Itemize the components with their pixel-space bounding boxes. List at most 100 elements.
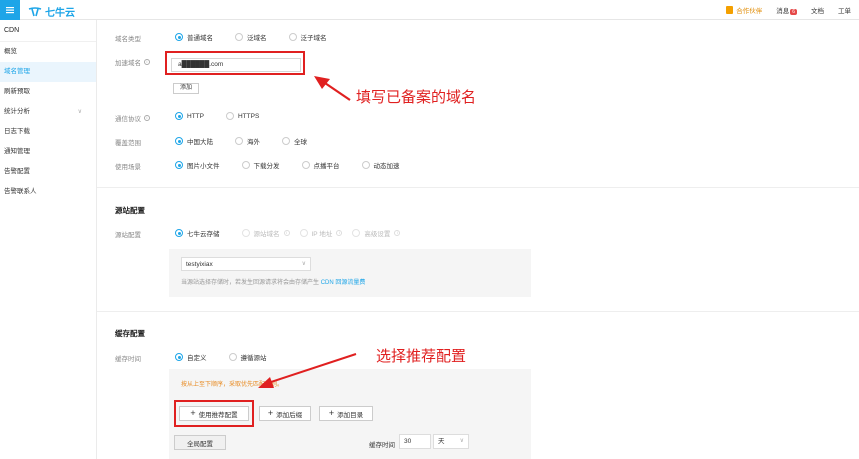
radio-custom[interactable]: 自定义	[175, 352, 207, 362]
global-config-tag[interactable]: 全局配置	[174, 435, 226, 450]
scenario-label: 使用场景	[115, 164, 141, 171]
brand-name: 七牛云	[45, 8, 75, 19]
radio-wildcard-subdomain[interactable]: 泛子域名	[288, 32, 327, 42]
highlight-box-domain	[165, 51, 305, 75]
radio-circle	[241, 229, 250, 237]
partner-label: 合作伙伴	[736, 8, 763, 15]
radio-circle	[352, 229, 361, 237]
chevron-down-icon: ∨	[459, 438, 464, 444]
radio-circle	[235, 137, 243, 145]
radio-circle	[288, 33, 297, 41]
messages-link[interactable]: 消息 6	[776, 5, 797, 15]
sidebar-title: CDN	[0, 20, 96, 42]
radio-dynamic[interactable]: 动态加速	[361, 160, 400, 170]
radio-follow-origin[interactable]: 遵循源站	[228, 352, 267, 362]
protocol-label: 通信协议 i	[115, 113, 150, 123]
annotation-fill-domain: 填写已备案的域名	[356, 88, 477, 106]
origin-section-title: 源站配置	[115, 206, 145, 215]
accel-domain-label: 加速域名 i	[115, 57, 150, 67]
radio-label: 高级设置	[364, 231, 391, 238]
radio-circle	[235, 33, 243, 41]
top-bar: 七牛云 合作伙伴 消息 6 文档 工单	[0, 0, 859, 20]
add-directory-button[interactable]: + 添加目录	[319, 406, 373, 421]
origin-note-text: 当源站选择存储时，若发生回源请求将会由存储产生	[181, 280, 320, 286]
radio-download[interactable]: 下载分发	[241, 160, 280, 170]
sidebar-item-alert-config[interactable]: 告警配置	[0, 162, 96, 182]
message-count-badge: 6	[790, 9, 797, 15]
button-label: 添加后缀	[276, 411, 303, 419]
radio-circle	[175, 353, 183, 361]
bucket-select-value: testyixiax	[186, 261, 213, 268]
cache-time-input[interactable]: 30	[399, 434, 431, 449]
radio-circle	[299, 229, 308, 237]
radio-wildcard-domain[interactable]: 泛域名	[235, 32, 267, 42]
main-content: 域名类型 普通域名 泛域名 泛子域名 加速域名 i a██████.com 添加 …	[97, 20, 859, 459]
cache-section-title: 缓存配置	[115, 329, 145, 338]
sidebar-item-log-download[interactable]: 日志下载	[0, 122, 96, 142]
info-icon: i	[336, 230, 343, 236]
radio-ip-address[interactable]: IP 地址 i	[299, 228, 343, 238]
brand-logo[interactable]: 七牛云	[28, 4, 75, 19]
accel-domain-label-text: 加速域名	[115, 60, 141, 67]
sidebar-item-refresh-prefetch[interactable]: 刷新预取	[0, 82, 96, 102]
radio-normal-domain[interactable]: 普通域名	[175, 32, 213, 42]
radio-advanced[interactable]: 高级设置 i	[352, 228, 401, 238]
radio-circle	[228, 353, 237, 361]
cache-unit-select[interactable]: 天 ∨	[433, 434, 469, 449]
radio-overseas[interactable]: 海外	[235, 136, 260, 146]
radio-label: 普通域名	[187, 35, 213, 42]
radio-circle	[301, 161, 310, 169]
domain-type-label: 域名类型	[115, 36, 141, 43]
radio-label: 全球	[294, 139, 307, 146]
chevron-down-icon: ∨	[301, 261, 306, 267]
radio-label: 泛域名	[247, 35, 267, 42]
messages-label: 消息	[776, 8, 790, 15]
info-icon[interactable]: i	[144, 115, 150, 121]
radio-http[interactable]: HTTP	[175, 112, 204, 120]
info-icon: i	[283, 230, 290, 236]
radio-global[interactable]: 全球	[282, 136, 307, 146]
sidebar-item-notifications[interactable]: 通知管理	[0, 142, 96, 162]
bucket-select[interactable]: testyixiax ∨	[181, 257, 311, 271]
radio-circle	[241, 161, 250, 169]
radio-label: 图片小文件	[187, 163, 220, 170]
radio-vod[interactable]: 点播平台	[301, 160, 340, 170]
add-suffix-button[interactable]: + 添加后缀	[259, 406, 311, 421]
tickets-link[interactable]: 工单	[838, 5, 851, 15]
radio-small-images[interactable]: 图片小文件	[175, 160, 220, 170]
cache-time-inline-label: 缓存时间	[369, 442, 395, 449]
docs-link[interactable]: 文档	[811, 5, 824, 15]
sidebar-item-statistics[interactable]: 统计分析 ∨	[0, 102, 96, 122]
radio-https[interactable]: HTTPS	[225, 112, 260, 120]
radio-circle	[175, 229, 183, 237]
radio-label: 遵循源站	[240, 355, 267, 362]
radio-mainland[interactable]: 中国大陆	[175, 136, 213, 146]
sidebar-item-alert-contacts[interactable]: 告警联系人	[0, 182, 96, 202]
cache-time-label: 缓存时间	[115, 356, 141, 363]
divider	[97, 311, 859, 312]
sidebar-item-domain-management[interactable]: 域名管理	[0, 62, 96, 82]
cache-order-note: 按从上至下顺序，采取优先匹配原则。	[181, 382, 284, 388]
partner-link[interactable]: 合作伙伴	[726, 5, 762, 15]
sidebar-item-overview[interactable]: 概览	[0, 42, 96, 62]
button-label: 添加目录	[337, 411, 364, 419]
radio-label: 下载分发	[253, 163, 280, 170]
radio-label: 泛子域名	[300, 35, 327, 42]
highlight-box-recommend	[174, 400, 254, 427]
radio-origin-domain[interactable]: 源站域名 i	[241, 228, 290, 238]
add-domain-button[interactable]: 添加	[173, 83, 199, 94]
protocol-label-text: 通信协议	[115, 116, 141, 123]
origin-label: 源站配置	[115, 232, 141, 239]
divider	[97, 187, 859, 188]
coverage-label: 覆盖范围	[115, 140, 141, 147]
radio-qiniu-storage[interactable]: 七牛云存储	[175, 228, 220, 238]
menu-icon[interactable]	[0, 0, 20, 20]
origin-note-link[interactable]: CDN 回源流量费	[321, 280, 366, 286]
plus-icon: +	[267, 408, 274, 418]
radio-circle	[175, 112, 183, 120]
sidebar: CDN 概览 域名管理 刷新预取 统计分析 ∨ 日志下载 通知管理 告警配置 告警…	[0, 20, 97, 459]
info-icon[interactable]: i	[144, 59, 150, 65]
radio-label: 中国大陆	[187, 139, 213, 146]
radio-label: HTTPS	[237, 112, 260, 120]
radio-circle	[175, 161, 183, 169]
